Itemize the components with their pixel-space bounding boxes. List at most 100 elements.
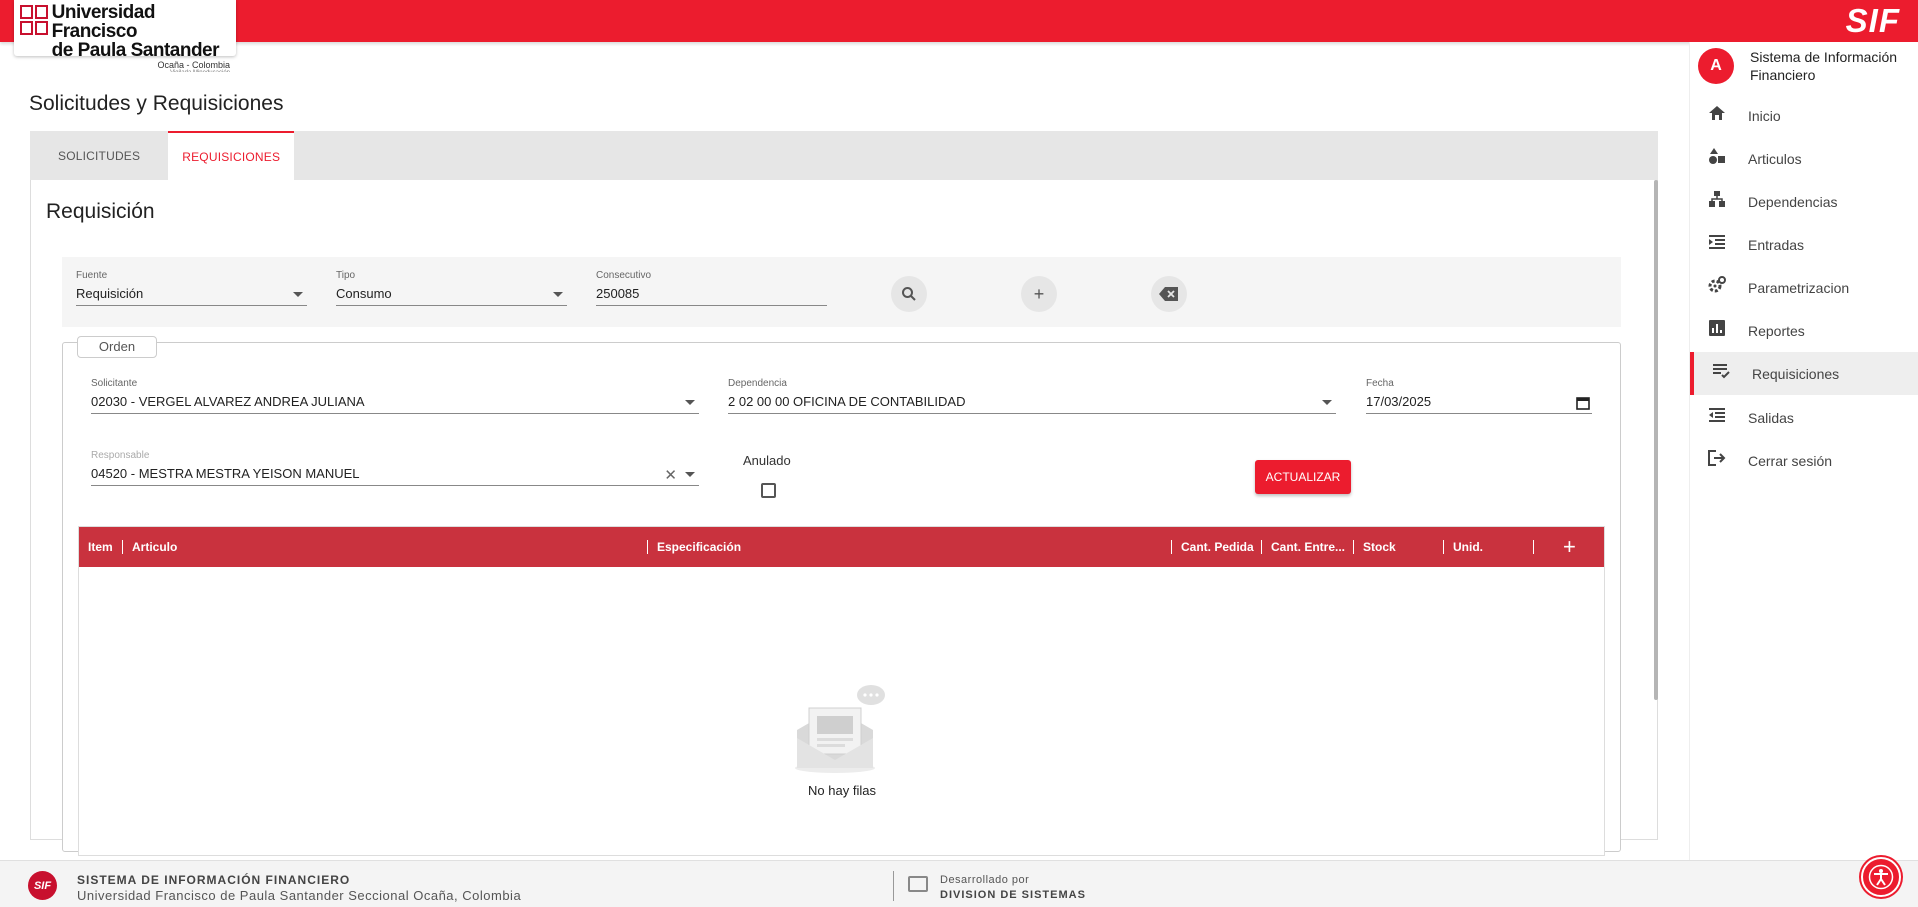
sidebar-item-label: Dependencias [1748, 193, 1838, 210]
sif-brand: SIF [1845, 2, 1900, 39]
sidebar-item-reportes[interactable]: Reportes [1690, 309, 1918, 352]
footer: SIF SISTEMA DE INFORMACIÓN FINANCIERO Un… [0, 860, 1918, 907]
orden-legend: Orden [77, 336, 157, 358]
column-separator[interactable] [122, 540, 123, 554]
fuente-select[interactable]: Fuente Requisición [76, 270, 307, 306]
empty-message: No hay filas [808, 783, 876, 798]
col-cant-pedida[interactable]: Cant. Pedida [1181, 527, 1254, 567]
grid-header: Item Articulo Especificación Cant. Pedid… [79, 527, 1604, 567]
sidebar-item-salidas[interactable]: Salidas [1690, 396, 1918, 439]
chevron-down-icon [1322, 400, 1332, 405]
col-stock[interactable]: Stock [1363, 527, 1396, 567]
logo-line3: Ocaña - Colombia [157, 60, 230, 70]
dependencia-select[interactable]: Dependencia 2 02 00 00 OFICINA DE CONTAB… [728, 378, 1336, 414]
sidebar-item-articulos[interactable]: Articulos [1690, 137, 1918, 180]
footer-sif-logo: SIF [28, 871, 57, 900]
dependencia-value[interactable]: 2 02 00 00 OFICINA DE CONTABILIDAD [728, 394, 1336, 414]
indent-icon [1706, 234, 1728, 255]
column-separator[interactable] [647, 540, 648, 554]
accessibility-button[interactable] [1861, 857, 1901, 897]
sidebar-item-cerrar-sesion[interactable]: Cerrar sesión [1690, 439, 1918, 482]
consecutivo-input[interactable]: 250085 [596, 286, 827, 306]
settings-icon [1706, 276, 1728, 299]
chevron-down-icon [293, 292, 303, 297]
responsable-select[interactable]: Responsable 04520 - MESTRA MESTRA YEISON… [91, 450, 699, 486]
responsable-value-text: 04520 - MESTRA MESTRA YEISON MANUEL [91, 466, 360, 481]
sidebar-item-parametrizacion[interactable]: Parametrizacion [1690, 266, 1918, 309]
tipo-select[interactable]: Tipo Consumo [336, 270, 567, 306]
add-button[interactable]: + [1021, 276, 1057, 312]
sidebar-item-requisiciones[interactable]: Requisiciones [1690, 352, 1918, 395]
sidebar-item-dependencias[interactable]: Dependencias [1690, 180, 1918, 223]
university-logo[interactable]: Universidad Francisco de Paula Santander… [14, 0, 236, 76]
anulado-label: Anulado [743, 453, 791, 468]
fecha-input[interactable]: 17/03/2025 [1366, 394, 1592, 414]
sidebar-item-label: Inicio [1748, 107, 1781, 124]
home-icon [1706, 105, 1728, 126]
logo-line1: Universidad Francisco [51, 2, 156, 42]
col-unid[interactable]: Unid. [1453, 527, 1483, 567]
chevron-down-icon [685, 472, 695, 477]
tab-solicitudes[interactable]: SOLICITUDES [30, 131, 168, 180]
calendar-icon[interactable] [1576, 396, 1590, 410]
consecutivo-label: Consecutivo [596, 270, 652, 281]
dependencia-label: Dependencia [728, 378, 787, 389]
fuente-value-text: Requisición [76, 286, 144, 301]
column-separator[interactable] [1353, 540, 1354, 554]
tipo-value[interactable]: Consumo [336, 286, 567, 306]
tab-requisiciones[interactable]: REQUISICIONES [168, 131, 295, 180]
solicitante-value[interactable]: 02030 - VERGEL ALVAREZ ANDREA JULIANA [91, 394, 699, 414]
solicitante-select[interactable]: Solicitante 02030 - VERGEL ALVAREZ ANDRE… [91, 378, 699, 414]
col-cant-entregada[interactable]: Cant. Entre... [1271, 527, 1345, 567]
sidebar-item-label: Articulos [1748, 150, 1802, 167]
sidebar-item-entradas[interactable]: Entradas [1690, 223, 1918, 266]
chevron-down-icon [553, 292, 563, 297]
fuente-label: Fuente [76, 270, 108, 281]
responsable-value[interactable]: 04520 - MESTRA MESTRA YEISON MANUEL ✕ [91, 466, 699, 486]
column-separator[interactable] [1261, 540, 1262, 554]
clear-button[interactable] [1151, 276, 1187, 312]
top-bar [0, 0, 1918, 42]
fecha-label: Fecha [1366, 378, 1394, 389]
solicitante-label: Solicitante [91, 378, 138, 389]
column-separator[interactable] [1171, 540, 1172, 554]
plus-icon: + [1033, 283, 1045, 304]
logo-line2: de Paula Santander [51, 40, 220, 61]
sidebar-item-inicio[interactable]: Inicio [1690, 94, 1918, 137]
vertical-scrollbar[interactable] [1654, 180, 1658, 700]
footer-subtitle: Universidad Francisco de Paula Santander… [77, 888, 522, 903]
consecutivo-field[interactable]: Consecutivo 250085 [596, 270, 827, 306]
anulado-checkbox[interactable] [761, 483, 776, 498]
actualizar-button[interactable]: ACTUALIZAR [1255, 460, 1351, 494]
tipo-label: Tipo [336, 270, 356, 281]
column-separator[interactable] [1533, 540, 1534, 554]
search-icon [902, 287, 916, 301]
tab-bar: SOLICITUDES REQUISICIONES [30, 131, 1658, 180]
hierarchy-icon [1706, 190, 1728, 213]
col-item[interactable]: Item [88, 527, 113, 567]
sidebar-item-label: Entradas [1748, 236, 1805, 253]
consecutivo-value-text: 250085 [596, 286, 640, 301]
col-especificacion[interactable]: Especificación [657, 527, 741, 567]
chevron-down-icon [685, 400, 695, 405]
sidebar-item-label: Requisiciones [1752, 365, 1840, 382]
avatar[interactable]: A [1698, 48, 1734, 84]
monitor-icon [908, 876, 928, 892]
accessibility-icon [1868, 864, 1894, 890]
dependencia-value-text: 2 02 00 00 OFICINA DE CONTABILIDAD [728, 394, 966, 409]
sidebar-item-label: Reportes [1748, 322, 1805, 339]
fuente-value[interactable]: Requisición [76, 286, 307, 306]
close-icon[interactable]: ✕ [664, 466, 677, 484]
fecha-field[interactable]: Fecha 17/03/2025 [1366, 378, 1592, 414]
responsable-label: Responsable [91, 450, 150, 461]
footer-dev-label: Desarrollado por [940, 874, 1030, 886]
search-button[interactable] [891, 276, 927, 312]
backspace-icon [1159, 287, 1178, 301]
fecha-value-text: 17/03/2025 [1366, 394, 1432, 409]
column-separator[interactable] [1443, 540, 1444, 554]
add-row-button[interactable]: + [1563, 527, 1576, 567]
col-articulo[interactable]: Articulo [132, 527, 177, 567]
outdent-icon [1706, 407, 1728, 428]
shapes-icon [1706, 147, 1728, 170]
footer-dev-name: DIVISION DE SISTEMAS [940, 889, 1086, 901]
